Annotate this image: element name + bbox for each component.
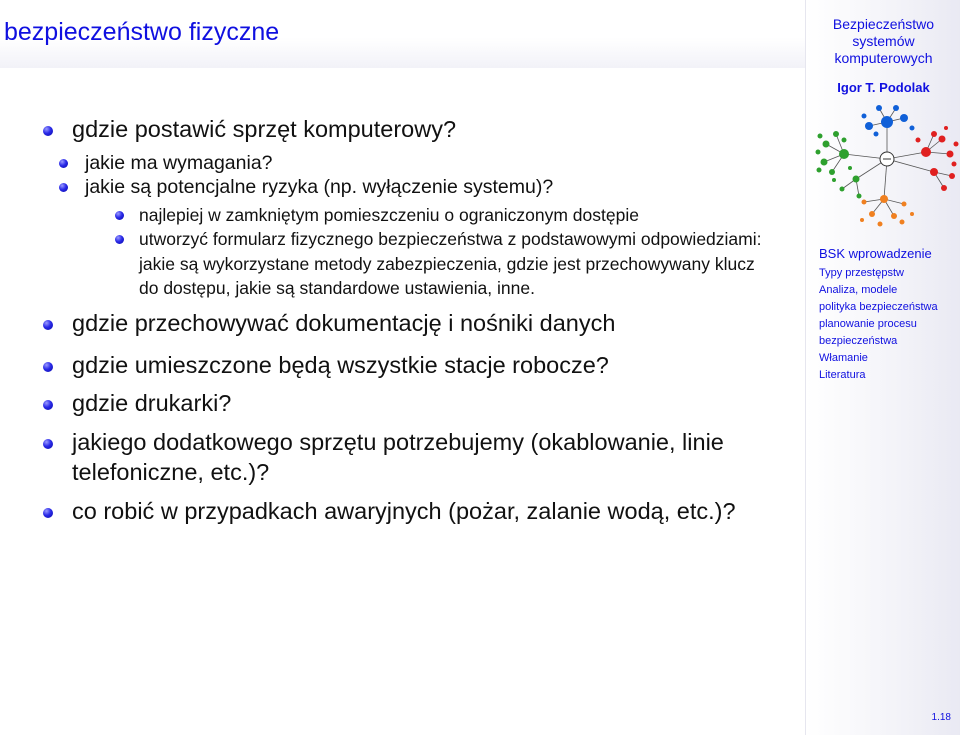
bullet-item: gdzie postawić sprzęt komputerowy? xyxy=(40,115,800,145)
sidebar: Bezpieczeństwo systemów komputerowych Ig… xyxy=(805,0,960,735)
blue-ball-bullet-icon xyxy=(43,399,53,410)
presentation-author[interactable]: Igor T. Podolak xyxy=(806,80,960,95)
bullet-text: gdzie umieszczone będą wszystkie stacje … xyxy=(72,352,609,378)
sub-bullet-item: jakie są potencjalne ryzyka (np. wyłącze… xyxy=(40,175,800,200)
sub-sub-bullet-item: utworzyć formularz fizycznego bezpieczeń… xyxy=(40,227,779,301)
bullet-item: jakiego dodatkowego sprzętu potrzebujemy… xyxy=(40,428,800,487)
nav-item-literatura[interactable]: Literatura xyxy=(819,367,959,384)
presentation-title-line: Bezpieczeństwo xyxy=(832,16,935,32)
blue-ball-bullet-icon xyxy=(59,158,68,168)
bullet-item: gdzie umieszczone będą wszystkie stacje … xyxy=(40,351,800,381)
slide-title: bezpieczeństwo fizyczne xyxy=(4,18,280,46)
blue-ball-bullet-icon xyxy=(43,126,53,136)
nav-item-label-line: planowanie procesu xyxy=(819,318,917,330)
blue-ball-bullet-icon xyxy=(115,210,124,220)
blue-ball-bullet-icon xyxy=(43,439,53,449)
bullet-text: co robić w przypadkach awaryjnych (pożar… xyxy=(72,498,736,524)
nav-item-typy-przestepstw[interactable]: Typy przestępstw xyxy=(819,265,959,282)
bullet-text: utworzyć formularz fizycznego bezpieczeń… xyxy=(139,229,762,298)
slide: bezpieczeństwo fizyczne Bezpieczeństwo s… xyxy=(0,0,960,735)
bullet-item: co robić w przypadkach awaryjnych (pożar… xyxy=(40,497,800,527)
blue-ball-bullet-icon xyxy=(115,235,124,244)
bullet-text: jakie ma wymagania? xyxy=(85,151,273,174)
slide-content: gdzie postawić sprzęt komputerowy? jakie… xyxy=(40,115,800,527)
nav-item-polityka-bezpieczenstwa[interactable]: polityka bezpieczeństwa xyxy=(819,299,959,316)
nav-item-planowanie-procesu[interactable]: planowanie procesu bezpieczeństwa xyxy=(819,316,959,350)
nav-item-bsk-wprowadzenie[interactable]: BSK wprowadzenie xyxy=(819,244,959,263)
bullet-text: gdzie postawić sprzęt komputerowy? xyxy=(72,116,457,142)
sub-bullet-item: jakie ma wymagania? xyxy=(40,151,800,176)
bullet-item: gdzie przechowywać dokumentację i nośnik… xyxy=(40,309,800,339)
page-number: 1.18 xyxy=(931,712,951,723)
blue-ball-bullet-icon xyxy=(59,183,68,192)
bullet-text: jakiego dodatkowego sprzętu potrzebujemy… xyxy=(72,429,724,485)
blue-ball-bullet-icon xyxy=(43,319,53,330)
bullet-text: gdzie drukarki? xyxy=(72,389,232,416)
bullet-text: najlepiej w zamkniętym pomieszczeniu o o… xyxy=(139,204,639,225)
bullet-text: gdzie przechowywać dokumentację i nośnik… xyxy=(72,309,616,336)
header-bar: bezpieczeństwo fizyczne xyxy=(0,0,805,68)
bullet-item: gdzie drukarki? xyxy=(40,389,800,419)
sub-sub-bullet-item: najlepiej w zamkniętym pomieszczeniu o o… xyxy=(40,203,779,228)
nav-item-label-line: bezpieczeństwa xyxy=(819,335,898,347)
section-navigation: BSK wprowadzenie Typy przestępstw Analiz… xyxy=(819,244,959,384)
presentation-title-line: komputerowych xyxy=(834,50,933,66)
blue-ball-bullet-icon xyxy=(43,508,53,518)
nav-item-analiza-modele[interactable]: Analiza, modele xyxy=(819,282,959,299)
presentation-title[interactable]: Bezpieczeństwo systemów komputerowych xyxy=(806,16,960,67)
presentation-title-line: systemów xyxy=(852,33,915,49)
bullet-text: jakie są potencjalne ryzyka (np. wyłącze… xyxy=(85,176,554,198)
blue-ball-bullet-icon xyxy=(43,362,53,372)
network-tree-logo-icon xyxy=(815,105,959,227)
nav-item-wlamanie[interactable]: Włamanie xyxy=(819,350,959,367)
